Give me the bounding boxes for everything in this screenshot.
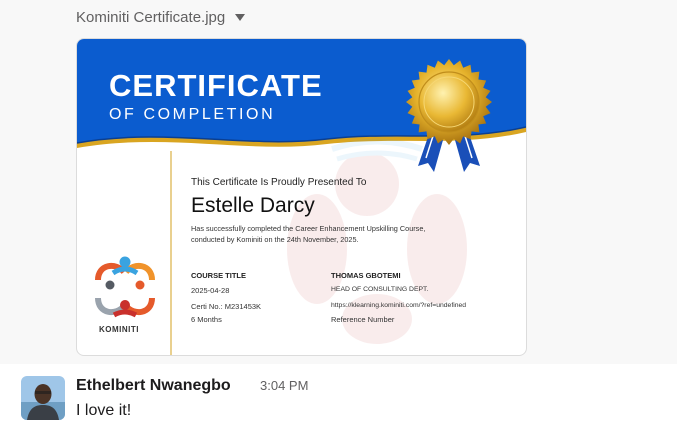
course-title-label: COURSE TITLE [191, 271, 247, 280]
certificate-description: Has successfully completed the Career En… [191, 224, 491, 246]
certificate-subtitle: OF COMPLETION [109, 106, 276, 123]
signer-role: HEAD OF CONSULTING DEPT. [331, 286, 429, 293]
avatar-photo [21, 376, 65, 420]
image-attachment[interactable]: CERTIFICATE OF COMPLETION This Certifica… [76, 38, 527, 356]
message: Ethelbert Nwanegbo 3:04 PM I love it! [0, 364, 677, 431]
presented-to-text: This Certificate Is Proudly Presented To [191, 177, 367, 188]
file-name[interactable]: Kominiti Certificate.jpg [76, 9, 225, 26]
recipient-name: Estelle Darcy [191, 194, 315, 217]
logo-text: KOMINITI [99, 325, 139, 334]
message-time[interactable]: 3:04 PM [260, 378, 308, 394]
reference-number-label: Reference Number [331, 315, 395, 324]
slack-conversation: Kominiti Certificate.jpg CERTIFICATE OF … [0, 0, 677, 431]
certificate-number: Certi No.: M231453K [191, 302, 262, 311]
certificate-link: https://klearning.kominiti.com/?ref=unde… [331, 302, 467, 309]
description-line: conducted by Kominiti on the 24th Novemb… [191, 234, 359, 244]
description-line: Has successfully completed the Career En… [191, 224, 426, 233]
message-text: I love it! [76, 402, 132, 419]
caret-down-icon[interactable] [235, 14, 246, 21]
course-date: 2025-04-28 [191, 286, 230, 295]
course-duration: 6 Months [191, 315, 222, 324]
file-header[interactable]: Kominiti Certificate.jpg [76, 9, 246, 26]
certificate-title: CERTIFICATE [109, 68, 323, 103]
signer-name: THOMAS GBOTEMI [331, 271, 401, 280]
sender-name[interactable]: Ethelbert Nwanegbo [76, 376, 231, 395]
gold-medal [406, 59, 492, 145]
kominiti-logo [95, 256, 155, 318]
avatar[interactable] [21, 376, 65, 420]
